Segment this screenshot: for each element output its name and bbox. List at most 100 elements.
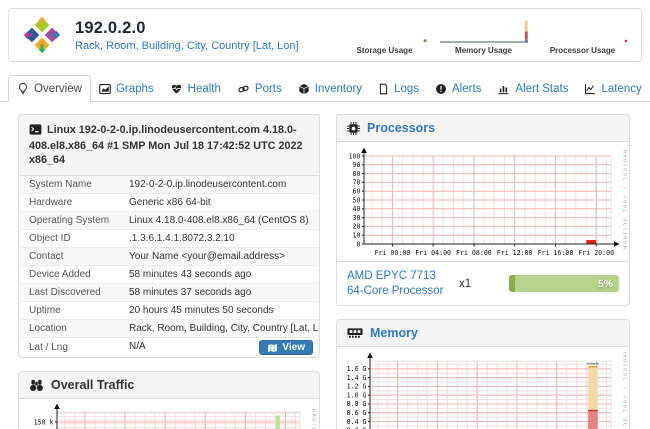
table-row: Object ID.1.3.6.1.4.1.8072.3.2.10 [19, 230, 319, 248]
svg-text:150 k: 150 k [34, 418, 54, 426]
table-row: HardwareGeneric x86 64-bit [19, 194, 319, 212]
storage-usage-sparkline-icon [340, 15, 430, 45]
svg-text:1.4 G: 1.4 G [347, 374, 367, 382]
memory-panel: Memory 1.6 G1.4 G1.2 G1.0 G0.8 G0.6 G0.4… [336, 319, 630, 429]
svg-text:RRDTOOL / TOBI OETIKER: RRDTOOL / TOBI OETIKER [311, 409, 317, 429]
table-row: Device Added58 minutes 43 seconds ago [19, 266, 319, 284]
svg-text:70: 70 [353, 179, 361, 187]
map-icon [267, 343, 278, 353]
lightbulb-icon [17, 82, 29, 95]
heartbeat-icon [170, 83, 183, 95]
tab-inventory[interactable]: Inventory [290, 77, 370, 101]
processors-panel: Processors 1009080706050403020100Fri 00:… [336, 114, 630, 306]
svg-text:RRDTOOL / TOBI OETIKER: RRDTOOL / TOBI OETIKER [622, 150, 628, 251]
storage-usage-label: Storage Usage [356, 46, 412, 55]
system-info-table: System Name192-0-2-0.ip.linodeuserconten… [19, 176, 319, 357]
tab-alert-stats[interactable]: Alert Stats [489, 77, 576, 101]
svg-text:Fri 12:00: Fri 12:00 [497, 249, 533, 257]
processor-name-link[interactable]: AMD EPYC 7713 64-Core Processor [347, 269, 459, 298]
view-map-button[interactable]: View [259, 340, 313, 355]
processors-graph[interactable]: 1009080706050403020100Fri 00:00Fri 04:00… [337, 142, 629, 261]
tab-ports[interactable]: Ports [229, 77, 290, 101]
table-row: ContactYour Name <your@email.address> [19, 248, 319, 266]
svg-text:0.4 G: 0.4 G [347, 418, 367, 426]
svg-text:Fri 20:00: Fri 20:00 [578, 249, 614, 257]
memory-graph[interactable]: 1.6 G1.4 G1.2 G1.0 G0.8 G0.6 G0.4 G0.2 G… [337, 347, 629, 429]
svg-text:Fri 08:00: Fri 08:00 [456, 249, 492, 257]
tab-overview[interactable]: Overview [8, 75, 91, 102]
memory-icon [347, 327, 363, 339]
tab-logs[interactable]: Logs [370, 77, 427, 101]
memory-usage-mini[interactable]: Memory Usage [437, 15, 530, 55]
traffic-rrd-chart: 150 k100 k50 k0Fri 00:00Fri 04:00Fri 08:… [22, 404, 316, 429]
memory-usage-label: Memory Usage [455, 46, 512, 55]
tab-graphs[interactable]: Graphs [91, 77, 162, 101]
svg-text:Fri 00:00: Fri 00:00 [375, 249, 411, 257]
svg-text:100: 100 [349, 152, 361, 160]
memory-header: Memory [337, 320, 629, 347]
bar-chart-icon [497, 83, 510, 95]
terminal-icon [29, 124, 42, 139]
line-chart-icon [584, 83, 596, 95]
memory-title: Memory [370, 326, 418, 340]
area-chart-icon [99, 83, 111, 95]
system-info-heading: Linux 192-0-2-0.ip.linodeusercontent.com… [19, 115, 319, 176]
cpu-icon [347, 122, 360, 135]
file-icon [378, 83, 389, 95]
processor-row: AMD EPYC 7713 64-Core Processor x1 5% [337, 261, 629, 305]
table-row: LocationRack, Room, Building, City, Coun… [19, 320, 319, 338]
processor-usage-mini[interactable]: Processor Usage [536, 15, 629, 55]
svg-text:0.8 G: 0.8 G [347, 400, 367, 408]
svg-text:80: 80 [353, 170, 361, 178]
centos-logo-icon [23, 16, 61, 54]
table-row: Uptime20 hours 45 minutes 50 seconds [19, 302, 319, 320]
link-icon [237, 83, 250, 95]
table-row: Operating SystemLinux 4.18.0-408.el8.x86… [19, 212, 319, 230]
svg-text:0: 0 [357, 240, 361, 248]
table-row: Lat / Lng N/A View [19, 338, 319, 358]
svg-text:1.6 G: 1.6 G [347, 365, 367, 373]
processors-header: Processors [337, 115, 629, 142]
memory-usage-sparkline-icon [439, 15, 529, 45]
svg-text:RRDTOOL / TOBI OETIKER: RRDTOOL / TOBI OETIKER [622, 352, 628, 429]
system-info-panel: Linux 192-0-2-0.ip.linodeusercontent.com… [18, 114, 320, 358]
binoculars-icon [29, 379, 44, 392]
device-header: 192.0.2.0 Rack, Room, Building, City, Co… [8, 8, 642, 62]
svg-text:20: 20 [353, 223, 361, 231]
svg-text:Fri 04:00: Fri 04:00 [415, 249, 451, 257]
processors-rrd-chart: 1009080706050403020100Fri 00:00Fri 04:00… [339, 147, 627, 259]
device-ip-title: 192.0.2.0 [75, 19, 299, 38]
package-icon [298, 83, 310, 95]
svg-text:50: 50 [353, 196, 361, 204]
overview-content: Linux 192-0-2-0.ip.linodeusercontent.com… [0, 102, 650, 429]
processor-usage-label: Processor Usage [550, 46, 615, 55]
overall-traffic-title: Overall Traffic [51, 378, 134, 392]
device-tabbar: Overview Graphs Health Ports Inventory L… [0, 72, 650, 102]
svg-text:Fri 16:00: Fri 16:00 [538, 249, 574, 257]
svg-text:90: 90 [353, 161, 361, 169]
processor-usage-sparkline-icon [538, 15, 628, 45]
svg-text:40: 40 [353, 205, 361, 213]
memory-rrd-chart: 1.6 G1.4 G1.2 G1.0 G0.8 G0.6 G0.4 G0.2 G… [339, 352, 627, 429]
processors-title: Processors [367, 121, 435, 135]
overall-traffic-graph[interactable]: 150 k100 k50 k0Fri 00:00Fri 04:00Fri 08:… [19, 399, 319, 429]
processor-usage-bar: 5% [509, 275, 619, 292]
tab-latency[interactable]: Latency [576, 77, 649, 101]
processor-count: x1 [459, 278, 509, 290]
table-row: System Name192-0-2-0.ip.linodeuserconten… [19, 176, 319, 194]
svg-text:0.6 G: 0.6 G [347, 409, 367, 417]
svg-text:30: 30 [353, 214, 361, 222]
tab-health[interactable]: Health [162, 77, 229, 101]
latlng-value: N/A [129, 341, 146, 352]
svg-text:1.0 G: 1.0 G [347, 391, 367, 399]
alert-circle-icon [435, 83, 447, 95]
overall-traffic-header: Overall Traffic [19, 372, 319, 399]
processor-usage-fill [509, 275, 515, 292]
table-row: Last Discovered58 minutes 37 seconds ago [19, 284, 319, 302]
tab-alerts[interactable]: Alerts [427, 77, 489, 101]
usage-mini-graphs: Storage Usage Memory Usage Processor Usa… [338, 15, 629, 55]
svg-text:1.2 G: 1.2 G [347, 383, 367, 391]
svg-text:10: 10 [353, 232, 361, 240]
storage-usage-mini[interactable]: Storage Usage [338, 15, 431, 55]
device-location-link[interactable]: Rack, Room, Building, City, Country [Lat… [75, 40, 299, 52]
